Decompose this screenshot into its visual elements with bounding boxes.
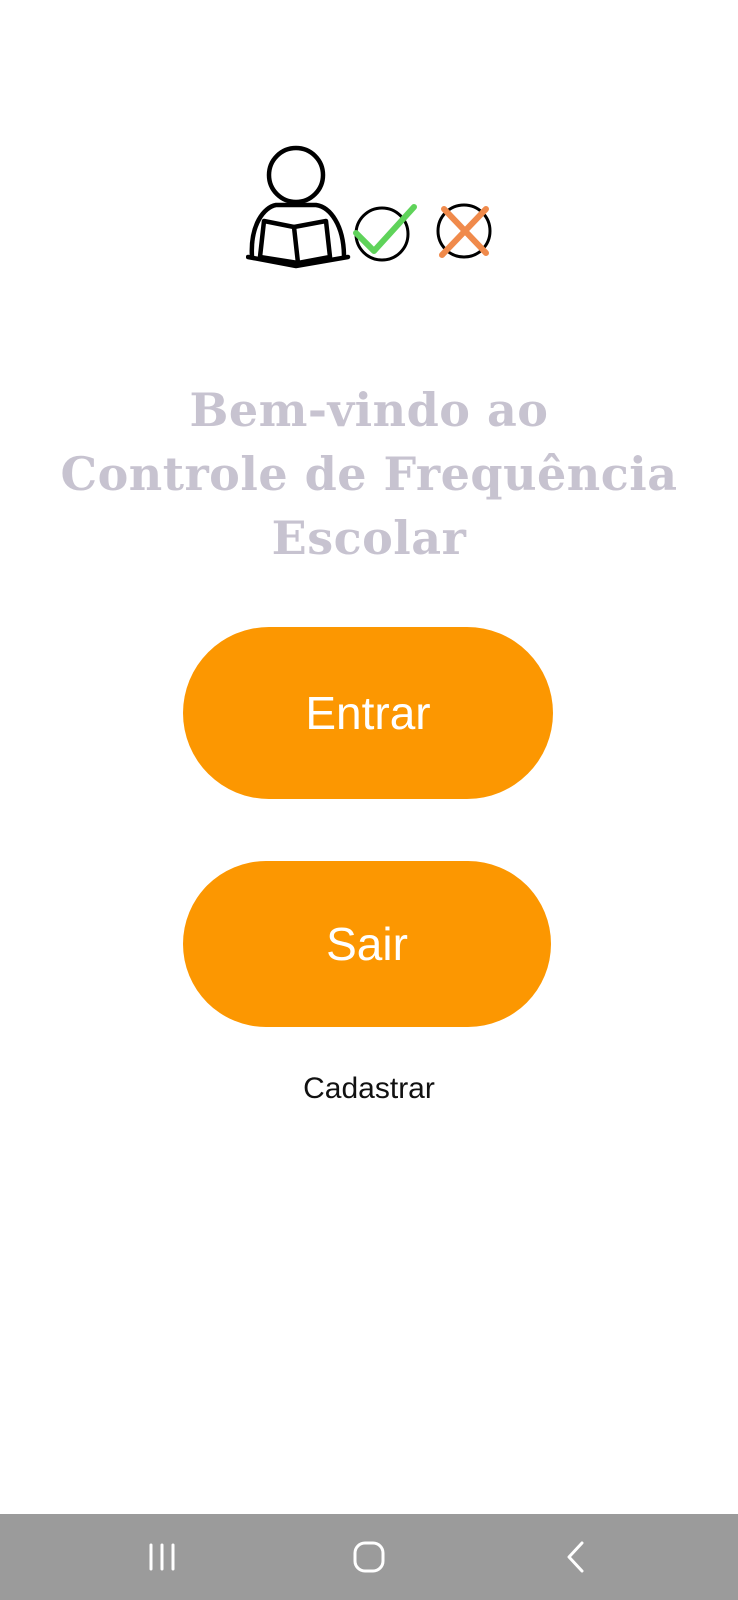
app-logo xyxy=(246,145,492,269)
welcome-title-line-1: Bem-vindo ao xyxy=(189,383,549,437)
enter-button[interactable]: Entrar xyxy=(183,627,553,799)
home-icon xyxy=(353,1541,385,1573)
welcome-screen: Bem-vindo ao Controle de Frequência Esco… xyxy=(0,0,738,1600)
welcome-title: Bem-vindo ao Controle de Frequência Esco… xyxy=(0,378,738,570)
recent-apps-icon xyxy=(149,1543,175,1571)
check-circle-icon xyxy=(353,204,417,262)
student-reading-icon xyxy=(246,145,351,269)
system-navigation-bar xyxy=(0,1514,738,1600)
register-link[interactable]: Cadastrar xyxy=(0,1072,738,1106)
back-button[interactable] xyxy=(516,1514,636,1600)
welcome-title-line-3: Escolar xyxy=(271,511,467,565)
exit-button[interactable]: Sair xyxy=(183,861,551,1027)
back-icon xyxy=(567,1541,584,1573)
welcome-title-line-2: Controle de Frequência xyxy=(60,447,678,501)
x-circle-icon xyxy=(436,203,492,259)
home-button[interactable] xyxy=(309,1514,429,1600)
recent-apps-button[interactable] xyxy=(102,1514,222,1600)
